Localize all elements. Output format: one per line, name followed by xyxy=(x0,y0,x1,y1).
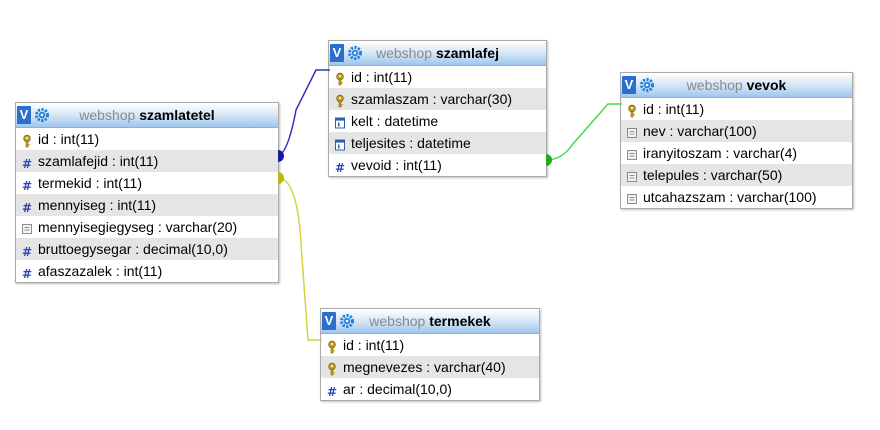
column-row[interactable]: id : int(11) xyxy=(16,128,278,150)
column-definition: bruttoegysegar : decimal(10,0) xyxy=(38,241,228,257)
column-definition: telepules : varchar(50) xyxy=(643,167,783,183)
hash-icon: # xyxy=(21,154,33,171)
column-row[interactable]: iranyitoszam : varchar(4) xyxy=(621,142,852,164)
column-definition: kelt : datetime xyxy=(351,113,439,129)
table-header[interactable]: V webshop szamlatetel xyxy=(16,103,278,128)
column-definition: vevoid : int(11) xyxy=(351,157,442,173)
relation-szamlafej-vevok xyxy=(545,103,622,166)
column-definition: id : int(11) xyxy=(343,337,405,353)
column-row[interactable]: megnevezes : varchar(40) xyxy=(321,356,539,378)
column-definition: id : int(11) xyxy=(643,101,705,117)
column-definition: szamlaszam : varchar(30) xyxy=(351,91,513,107)
column-definition: termekid : int(11) xyxy=(38,175,142,191)
table-header[interactable]: V webshop vevok xyxy=(621,73,852,98)
relation-line-green xyxy=(545,103,622,161)
column-row[interactable]: # afaszazalek : int(11) xyxy=(16,260,278,282)
primary-key-icon xyxy=(326,338,338,354)
column-row[interactable]: telepules : varchar(50) xyxy=(621,164,852,186)
column-definition: mennyiseg : int(11) xyxy=(38,197,157,213)
column-row[interactable]: id : int(11) xyxy=(621,98,852,120)
toggle-icon[interactable]: V xyxy=(330,44,344,62)
svg-text:#: # xyxy=(327,385,337,398)
column-definition: afaszazalek : int(11) xyxy=(38,263,163,279)
column-definition: ar : decimal(10,0) xyxy=(343,381,452,397)
table-header[interactable]: V webshop termekek xyxy=(321,309,539,334)
svg-text:#: # xyxy=(22,245,32,258)
column-row[interactable]: utcahazszam : varchar(100) xyxy=(621,186,852,208)
column-definition: utcahazszam : varchar(100) xyxy=(643,189,817,205)
table-termekek[interactable]: V webshop termekek id : int(11) megneveze… xyxy=(320,308,540,401)
text-field-icon xyxy=(626,124,638,138)
primary-key-icon xyxy=(334,92,346,108)
relation-line-yellow xyxy=(277,177,322,341)
toggle-icon[interactable]: V xyxy=(17,106,31,124)
table-name: termekek xyxy=(429,313,491,329)
svg-text:#: # xyxy=(22,201,32,214)
column-row[interactable]: szamlaszam : varchar(30) xyxy=(329,88,546,110)
primary-key-icon xyxy=(21,132,33,148)
column-row[interactable]: id : int(11) xyxy=(329,66,546,88)
column-row[interactable]: teljesites : datetime xyxy=(329,132,546,154)
column-row[interactable]: # bruttoegysegar : decimal(10,0) xyxy=(16,238,278,260)
table-szamlatetel[interactable]: V webshop szamlatetel id : int(11) # szaml… xyxy=(15,102,279,283)
relation-szamlatetel-szamlafej xyxy=(277,69,330,162)
database-name: webshop xyxy=(686,77,747,93)
relation-line-blue xyxy=(277,69,330,157)
table-name: szamlafej xyxy=(435,45,499,61)
column-definition: id : int(11) xyxy=(351,69,413,85)
gear-icon[interactable] xyxy=(339,313,355,329)
primary-key-icon xyxy=(326,360,338,376)
calendar-icon xyxy=(334,114,346,129)
table-name: szamlatetel xyxy=(139,107,215,123)
database-name: webshop xyxy=(79,107,140,123)
gear-icon[interactable] xyxy=(34,107,50,123)
column-row[interactable]: # szamlafejid : int(11) xyxy=(16,150,278,172)
table-name: vevok xyxy=(746,77,787,93)
table-szamlafej[interactable]: V webshop szamlafej id : int(11) szamlasz… xyxy=(328,40,547,177)
column-definition: iranyitoszam : varchar(4) xyxy=(643,145,798,161)
column-definition: id : int(11) xyxy=(38,131,100,147)
relation-szamlatetel-termekek xyxy=(277,172,322,341)
database-name: webshop xyxy=(369,313,430,329)
svg-text:#: # xyxy=(22,267,32,280)
toggle-icon[interactable]: V xyxy=(322,312,336,330)
hash-icon: # xyxy=(334,158,346,175)
hash-icon: # xyxy=(21,242,33,259)
column-row[interactable]: # ar : decimal(10,0) xyxy=(321,378,539,400)
text-field-icon xyxy=(21,220,33,234)
column-row[interactable]: # termekid : int(11) xyxy=(16,172,278,194)
column-row[interactable]: nev : varchar(100) xyxy=(621,120,852,142)
text-field-icon xyxy=(626,146,638,160)
column-row[interactable]: mennyisegiegyseg : varchar(20) xyxy=(16,216,278,238)
column-definition: mennyisegiegyseg : varchar(20) xyxy=(38,219,238,235)
database-name: webshop xyxy=(376,45,436,61)
calendar-icon xyxy=(334,136,346,151)
text-field-icon xyxy=(626,190,638,204)
column-definition: szamlafejid : int(11) xyxy=(38,153,159,169)
svg-text:#: # xyxy=(22,157,32,170)
text-field-icon xyxy=(626,168,638,182)
table-vevok[interactable]: V webshop vevok id : int(11) nev : varcha… xyxy=(620,72,853,209)
column-row[interactable]: # mennyiseg : int(11) xyxy=(16,194,278,216)
column-definition: teljesites : datetime xyxy=(351,135,471,151)
toggle-icon[interactable]: V xyxy=(622,76,636,94)
gear-icon[interactable] xyxy=(347,45,363,61)
hash-icon: # xyxy=(326,382,338,399)
hash-icon: # xyxy=(21,198,33,215)
hash-icon: # xyxy=(21,176,33,193)
primary-key-icon xyxy=(334,70,346,86)
column-definition: megnevezes : varchar(40) xyxy=(343,359,506,375)
gear-icon[interactable] xyxy=(639,77,655,93)
svg-text:#: # xyxy=(335,161,345,174)
svg-text:#: # xyxy=(22,179,32,192)
column-row[interactable]: # vevoid : int(11) xyxy=(329,154,546,176)
column-definition: nev : varchar(100) xyxy=(643,123,757,139)
primary-key-icon xyxy=(626,102,638,118)
hash-icon: # xyxy=(21,264,33,281)
column-row[interactable]: id : int(11) xyxy=(321,334,539,356)
column-row[interactable]: kelt : datetime xyxy=(329,110,546,132)
table-header[interactable]: V webshop szamlafej xyxy=(329,41,546,66)
